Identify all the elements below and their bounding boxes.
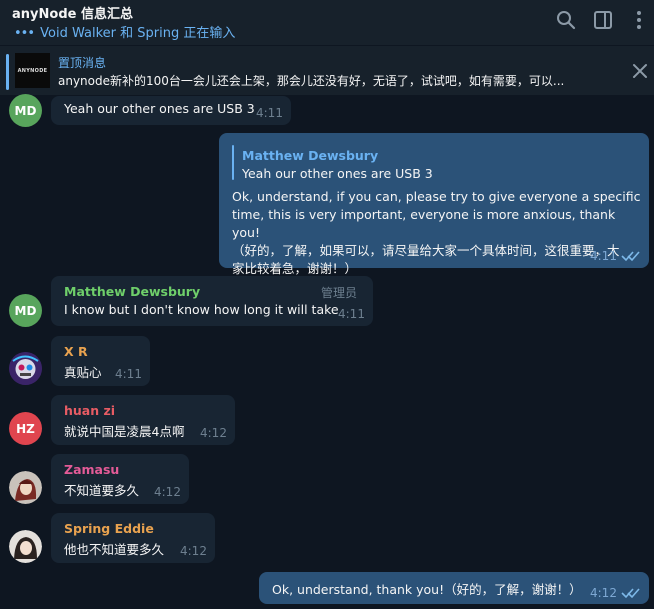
message-bubble: Yeah our other ones are USB 3 4:11	[51, 96, 291, 125]
message-time: 4:11	[256, 106, 283, 120]
typing-text: Void Walker 和 Spring 正在输入	[40, 26, 236, 41]
sender-name[interactable]: huan zi	[64, 403, 115, 418]
pinned-label: 置顶消息	[58, 56, 107, 70]
message-text: I know but I don't know how long it will…	[64, 302, 339, 317]
search-icon[interactable]	[555, 9, 577, 31]
message-time: 4:11	[338, 307, 365, 321]
message-text: Yeah our other ones are USB 3	[64, 101, 255, 116]
message-bubble: Zamasu 不知道要多久 4:12	[51, 454, 189, 504]
reply-accent-bar	[232, 145, 234, 180]
message-time: 4:12	[180, 544, 207, 558]
outgoing-message-bubble: Matthew Dewsbury Yeah our other ones are…	[219, 133, 649, 276]
avatar[interactable]	[9, 530, 42, 563]
typing-dots: •••	[14, 26, 35, 41]
message-text: 不知道要多久	[64, 483, 140, 498]
avatar[interactable]	[9, 352, 42, 385]
sender-name[interactable]: Matthew Dewsbury	[64, 284, 200, 299]
more-menu-icon[interactable]	[628, 9, 650, 31]
avatar[interactable]: MD	[9, 294, 42, 327]
pinned-accent-bar	[6, 54, 9, 90]
message-text: Ok, understand, if you can, please try t…	[232, 188, 644, 278]
message-time: 4:12	[154, 485, 181, 499]
chat-title[interactable]: anyNode 信息汇总	[12, 3, 133, 22]
sender-name[interactable]: X R	[64, 344, 88, 359]
message-bubble: Matthew Dewsbury 管理员 I know but I don't …	[51, 276, 373, 326]
outgoing-message-bubble: Ok, understand, thank you!（好的，了解，谢谢！） 4:…	[259, 572, 649, 604]
pinned-thumbnail: ANYNODE	[15, 53, 50, 88]
message-time: 4:11	[115, 367, 142, 381]
admin-badge: 管理员	[321, 286, 358, 300]
avatar[interactable]: HZ	[9, 412, 42, 445]
message-line: （好的，了解，如果可以，请尽量给大家一个具体时间，这很重要，大	[232, 243, 620, 258]
double-check-icon	[621, 588, 640, 599]
message-text: 他也不知道要多久	[64, 542, 165, 557]
avatar[interactable]	[9, 471, 42, 504]
pinned-message[interactable]: ANYNODE 置顶消息 anynode新补的100台一会儿还会上架，那会儿还没…	[0, 45, 654, 95]
message-time: 4:12	[590, 586, 617, 600]
message-text: 真贴心	[64, 365, 102, 380]
message-time: 4:12	[200, 426, 227, 440]
sender-name[interactable]: Spring Eddie	[64, 521, 154, 536]
message-line: Ok, understand, if you can, please try t…	[232, 189, 641, 204]
message-text: Ok, understand, thank you!（好的，了解，谢谢！）	[272, 582, 582, 597]
chat-header: anyNode 信息汇总 ••• Void Walker 和 Spring 正在…	[0, 0, 654, 45]
message-bubble: Spring Eddie 他也不知道要多久 4:12	[51, 513, 215, 563]
avatar[interactable]: MD	[9, 94, 42, 127]
message-line: time, this is very important, everyone i…	[232, 207, 616, 240]
typing-indicator: ••• Void Walker 和 Spring 正在输入	[14, 22, 235, 41]
reply-text: Yeah our other ones are USB 3	[242, 166, 433, 181]
sidebar-toggle-icon[interactable]	[592, 9, 614, 31]
reply-sender[interactable]: Matthew Dewsbury	[242, 148, 378, 163]
message-bubble: X R 真贴心 4:11	[51, 336, 150, 386]
sender-name[interactable]: Zamasu	[64, 462, 119, 477]
message-text: 就说中国是凌晨4点啊	[64, 424, 185, 439]
double-check-icon	[621, 251, 640, 262]
message-bubble: huan zi 就说中国是凌晨4点啊 4:12	[51, 395, 235, 445]
pinned-text: anynode新补的100台一会儿还会上架，那会儿还没有好，无语了，试试吧，如有…	[58, 74, 565, 88]
close-icon[interactable]	[631, 62, 649, 80]
message-time: 4:11	[590, 249, 617, 263]
